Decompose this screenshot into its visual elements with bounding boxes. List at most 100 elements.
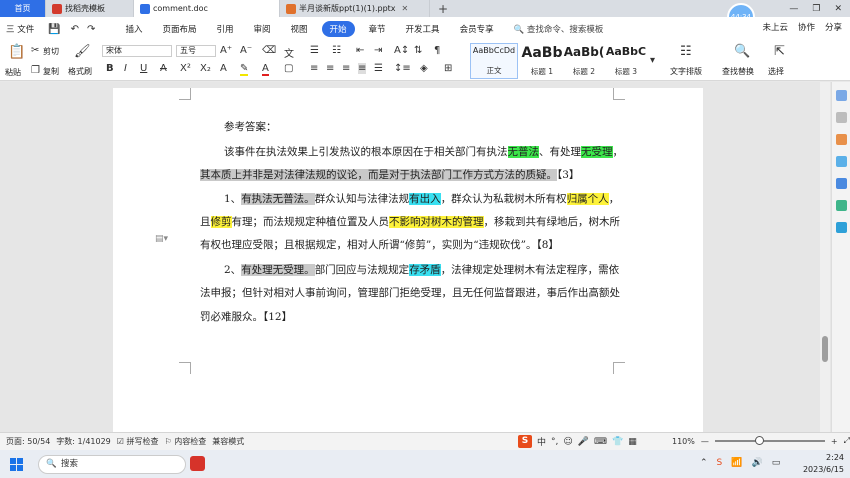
format-painter-label[interactable]: 格式刷 [68, 66, 92, 77]
font-color-icon[interactable]: A [262, 63, 269, 76]
align-left-icon[interactable]: ≡ [310, 63, 318, 74]
document-line[interactable]: 有权也理应受限；且根据规定，相对人所谓“修剪”，实则为“违规砍伐”。【8】 [200, 237, 559, 252]
vertical-scrollbar[interactable] [820, 82, 830, 432]
command-search[interactable]: 🔍 查找命令、搜索模板 [514, 23, 604, 35]
windows-start-icon[interactable] [10, 458, 23, 471]
sidebar-tool-icon[interactable] [836, 156, 847, 167]
spell-check[interactable]: ☑ 拼写检查 [117, 436, 159, 447]
distribute-icon[interactable]: ☰ [374, 63, 383, 74]
menu-page-layout[interactable]: 页面布局 [152, 23, 206, 35]
strikethrough-icon[interactable]: A [160, 63, 167, 74]
cloud-status[interactable]: 未上云 [762, 21, 788, 33]
document-line[interactable]: 参考答案： [224, 119, 277, 134]
text-layout-label[interactable]: 文字排版 [670, 66, 702, 77]
bullet-list-icon[interactable]: ☰ [310, 45, 319, 56]
sidebar-tool-icon[interactable] [836, 90, 847, 101]
cut-label[interactable]: 剪切 [43, 46, 59, 57]
wps-app-icon[interactable] [190, 456, 205, 471]
document-line[interactable]: 1、有执法无普法。群众认知与法律法规有出入，群众认为私栽树木所有权归属个人， [224, 191, 619, 206]
document-line[interactable]: 法申报；但针对相对人事前询问，管理部门拒绝受理，且无任何监督跟进，事后作出高额处 [200, 285, 620, 300]
grow-font-icon[interactable]: A⁺ [220, 45, 232, 56]
style-heading-3[interactable]: AaBbC 标题 3 [604, 43, 648, 79]
minimize-button[interactable]: — [789, 4, 798, 14]
bold-icon[interactable]: B [106, 63, 114, 74]
mic-icon[interactable]: 🎤 [578, 437, 589, 447]
comment-icon[interactable]: ▤▾ [155, 234, 168, 244]
menu-insert[interactable]: 插入 [115, 23, 152, 35]
font-size-select[interactable]: 五号 [176, 45, 216, 57]
fit-page-icon[interactable]: ⤢ [844, 436, 850, 446]
undo-icon[interactable]: ↶ [71, 24, 79, 35]
menu-developer[interactable]: 开发工具 [396, 23, 450, 35]
align-right-icon[interactable]: ≡ [342, 63, 350, 74]
tab-pptx[interactable]: 半月谈新版ppt(1)(1).pptx ✕ [280, 0, 430, 17]
indent-icon[interactable]: ⇥ [374, 45, 382, 56]
underline-icon[interactable]: U [140, 63, 147, 74]
find-replace-icon[interactable]: 🔍 [734, 44, 750, 59]
borders-icon[interactable]: ⊞ [444, 63, 452, 74]
shrink-font-icon[interactable]: A⁻ [240, 45, 252, 56]
speaker-icon[interactable]: 🔊 [751, 458, 762, 468]
maximize-button[interactable]: ❐ [812, 4, 820, 14]
paste-label[interactable]: 粘贴 [5, 67, 21, 78]
subscript-icon[interactable]: X₂ [200, 63, 211, 74]
align-center-icon[interactable]: ≡ [326, 63, 334, 74]
phonetic-icon[interactable]: 文 [284, 45, 294, 60]
show-marks-icon[interactable]: ¶ [434, 45, 440, 56]
toolbox-icon[interactable]: ▦ [628, 437, 637, 447]
numbered-list-icon[interactable]: ☷ [332, 45, 341, 56]
page-indicator[interactable]: 页面: 50/54 [6, 436, 50, 447]
sidebar-tool-icon[interactable] [836, 112, 847, 123]
taskbar-search[interactable]: 🔍 搜索 [38, 455, 186, 474]
style-normal[interactable]: AaBbCcDd 正文 [470, 43, 518, 79]
paste-icon[interactable]: 📋 [8, 44, 25, 60]
collaborate-button[interactable]: 协作 [798, 21, 815, 33]
document-line[interactable]: 罚必难服众。【12】 [200, 309, 292, 324]
skin-icon[interactable]: 👕 [612, 437, 623, 447]
document-page[interactable]: 参考答案： 该事件在执法效果上引发热议的根本原因在于相关部门有执法无普法、有处理无… [113, 88, 703, 432]
highlight-icon[interactable]: ✎ [240, 63, 249, 76]
text-layout-icon[interactable]: ☷ [680, 44, 692, 59]
char-border-icon[interactable]: ▢ [284, 63, 293, 74]
sidebar-tool-icon[interactable] [836, 178, 847, 189]
tab-template[interactable]: 找稻壳模板 [46, 0, 134, 17]
chinese-layout-icon[interactable]: A↕ [394, 45, 409, 56]
scrollbar-thumb[interactable] [822, 336, 828, 362]
clear-format-icon[interactable]: ⌫ [262, 45, 276, 56]
zoom-out-icon[interactable]: — [701, 437, 709, 446]
keyboard-icon[interactable]: ⌨ [594, 437, 607, 447]
cut-icon[interactable]: ✂ [31, 45, 39, 56]
share-button[interactable]: 分享 [825, 21, 842, 33]
justify-icon[interactable]: ≡ [358, 63, 367, 74]
format-painter-icon[interactable]: 🖌 [74, 44, 91, 59]
outdent-icon[interactable]: ⇤ [356, 45, 364, 56]
select-icon[interactable]: ⇱ [774, 44, 785, 59]
sort-icon[interactable]: ⇅ [414, 45, 422, 56]
clock[interactable]: 2:24 2023/6/15 [803, 452, 844, 476]
font-name-select[interactable]: 宋体 [102, 45, 172, 57]
sidebar-tool-icon[interactable] [836, 222, 847, 233]
zoom-slider-knob[interactable] [754, 436, 764, 445]
chevron-up-icon[interactable]: ⌃ [700, 458, 708, 468]
menu-chapter[interactable]: 章节 [359, 23, 396, 35]
sogou-icon[interactable]: S [518, 435, 532, 448]
text-effect-icon[interactable]: A [220, 63, 227, 74]
line-spacing-icon[interactable]: ↕≡ [394, 63, 411, 74]
word-count[interactable]: 字数: 1/41029 [56, 436, 110, 447]
menu-home[interactable]: 开始 [321, 21, 355, 37]
sidebar-tool-icon[interactable] [836, 200, 847, 211]
document-line[interactable]: 其本质上并非是对法律法规的议论，而是对于执法部门工作方式方法的质疑。【3】 [200, 167, 579, 182]
zoom-in-icon[interactable]: + [831, 437, 838, 446]
shading-icon[interactable]: ◈ [420, 63, 428, 74]
document-line[interactable]: 该事件在执法效果上引发热议的根本原因在于相关部门有执法无普法、有处理无受理， [224, 144, 623, 159]
document-line[interactable]: 2、有处理无受理。部门回应与法规规定存矛盾，法律规定处理树木有法定程序，需依 [224, 262, 619, 277]
style-gallery-more-icon[interactable]: ▾ [650, 55, 655, 66]
wifi-icon[interactable]: 📶 [731, 458, 742, 468]
document-body[interactable]: 参考答案： 该事件在执法效果上引发热议的根本原因在于相关部门有执法无普法、有处理无… [200, 88, 623, 432]
menu-review[interactable]: 审阅 [243, 23, 280, 35]
select-label[interactable]: 选择 [768, 66, 784, 77]
style-heading-2[interactable]: AaBb( 标题 2 [564, 43, 605, 79]
copy-label[interactable]: 复制 [43, 66, 59, 77]
zoom-slider[interactable] [714, 436, 825, 445]
sidebar-tool-icon[interactable] [836, 134, 847, 145]
